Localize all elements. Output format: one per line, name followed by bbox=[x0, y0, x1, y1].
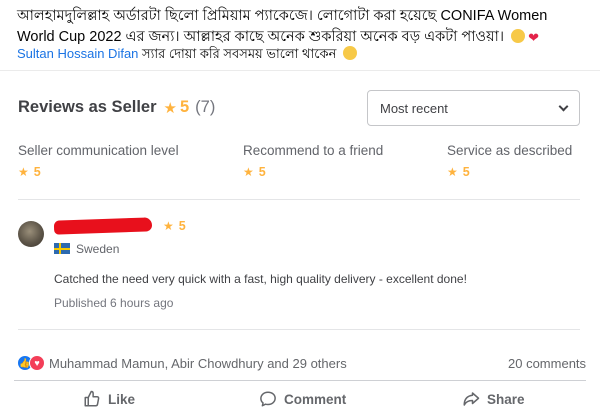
star-icon: ★ bbox=[18, 165, 29, 179]
comment-button[interactable]: Comment bbox=[259, 390, 346, 408]
criterion-value: 5 bbox=[33, 165, 41, 179]
reviews-screenshot: Reviews as Seller ★ 5 (7) Most recent Se… bbox=[0, 70, 600, 342]
redacted-reviewer-name bbox=[53, 217, 153, 235]
blush-emoji-icon bbox=[342, 46, 357, 60]
thumbs-up-icon bbox=[84, 390, 100, 407]
comment-icon bbox=[260, 391, 276, 407]
like-label: Like bbox=[108, 391, 136, 407]
like-button[interactable]: Like bbox=[83, 390, 135, 408]
comments-count[interactable]: 20 comments bbox=[508, 356, 586, 371]
reviewer-avatar[interactable] bbox=[18, 221, 44, 247]
criterion-communication: Seller communication level ★ 5 bbox=[18, 143, 179, 179]
review-text: Catched the need very quick with a fast,… bbox=[54, 272, 467, 286]
overall-rating: 5 bbox=[179, 98, 190, 116]
reviewer-country: Sweden bbox=[76, 242, 120, 256]
reactors-text: Muhammad Mamun, Abir Chowdhury and 29 ot… bbox=[49, 355, 347, 371]
mention-line: Sultan Hossain Difan স্যার দোয়া করি সবস… bbox=[17, 45, 357, 63]
smile-emoji-icon bbox=[511, 29, 526, 43]
criterion-value: 5 bbox=[258, 165, 266, 179]
star-icon: ★ bbox=[163, 99, 177, 117]
review-count: (7) bbox=[195, 98, 216, 116]
sort-selected: Most recent bbox=[380, 100, 448, 116]
review-published: Published 6 hours ago bbox=[54, 296, 174, 310]
chevron-down-icon bbox=[558, 101, 569, 111]
review-rating-value: 5 bbox=[178, 219, 186, 233]
star-icon: ★ bbox=[163, 219, 174, 233]
action-divider bbox=[14, 380, 586, 381]
post-body: আলহামদুলিল্লাহ অর্ডারটা ছিলো প্রিমিয়াম … bbox=[17, 8, 548, 45]
share-icon bbox=[463, 392, 480, 406]
criterion-service: Service as described ★ 5 bbox=[447, 143, 572, 179]
sort-dropdown[interactable]: Most recent bbox=[367, 90, 580, 126]
star-icon: ★ bbox=[243, 165, 254, 179]
review-rating: ★ 5 bbox=[163, 219, 186, 233]
reactions-summary[interactable]: 👍 ♥ Muhammad Mamun, Abir Chowdhury and 2… bbox=[17, 355, 347, 371]
reviews-heading: Reviews as Seller ★ 5 (7) bbox=[18, 98, 215, 117]
divider bbox=[18, 199, 580, 200]
criterion-value: 5 bbox=[462, 165, 470, 179]
heart-emoji-icon bbox=[528, 27, 542, 48]
love-reaction-icon: ♥ bbox=[29, 355, 45, 371]
star-icon: ★ bbox=[447, 165, 458, 179]
sweden-flag-icon bbox=[54, 243, 70, 254]
mention-link[interactable]: Sultan Hossain Difan bbox=[17, 46, 138, 61]
comment-label: Comment bbox=[284, 391, 347, 407]
criterion-label: Seller communication level bbox=[18, 143, 179, 158]
criterion-label: Recommend to a friend bbox=[243, 143, 384, 158]
divider bbox=[18, 329, 580, 330]
criterion-label: Service as described bbox=[447, 143, 573, 158]
reviews-title: Reviews as Seller bbox=[18, 98, 157, 116]
share-label: Share bbox=[487, 391, 525, 407]
mention-text: স্যার দোয়া করি সবসময় ভালো থাকেন bbox=[142, 46, 337, 61]
criterion-recommend: Recommend to a friend ★ 5 bbox=[243, 143, 383, 179]
post-text: আলহামদুলিল্লাহ অর্ডারটা ছিলো প্রিমিয়াম … bbox=[17, 6, 587, 48]
share-button[interactable]: Share bbox=[462, 390, 525, 408]
